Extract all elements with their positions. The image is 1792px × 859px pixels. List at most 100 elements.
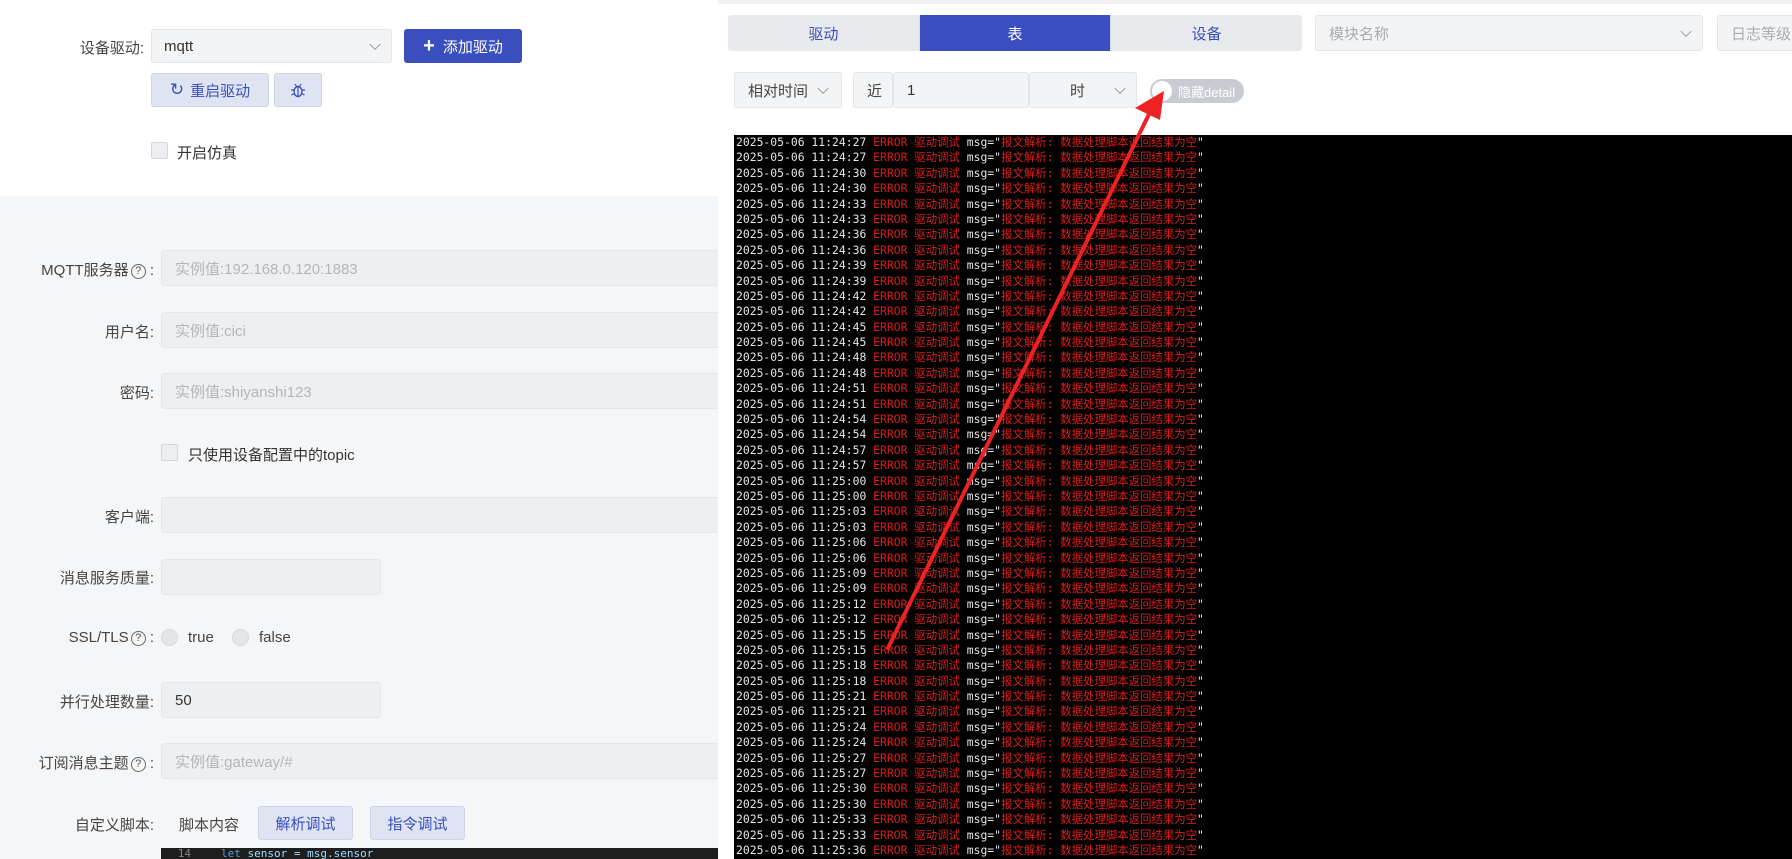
qos-select[interactable]	[161, 559, 381, 595]
log-msg-end: "	[1197, 135, 1204, 149]
driver-select[interactable]: mqtt	[151, 29, 392, 63]
log-level: ERROR 驱动调试	[873, 642, 967, 657]
log-level: ERROR 驱动调试	[873, 612, 967, 627]
log-msg-text: 报文解析: 数据处理脚本返回结果为空	[1001, 181, 1197, 196]
time-unit-select[interactable]: 时	[1029, 72, 1137, 108]
log-timestamp: 2025-05-06 11:25:30	[736, 796, 874, 811]
log-msg-end: "	[1197, 181, 1204, 196]
log-timestamp: 2025-05-06 11:24:45	[736, 335, 874, 350]
log-msg-key: msg="	[966, 288, 1002, 303]
log-msg-end: "	[1197, 350, 1204, 365]
log-msg-text: 报文解析: 数据处理脚本返回结果为空	[1001, 488, 1197, 503]
simulate-checkbox[interactable]	[151, 142, 168, 159]
log-line: 2025-05-06 11:24:30 ERROR 驱动调试 msg="报文解析…	[734, 181, 1792, 196]
log-line: 2025-05-06 11:24:45 ERROR 驱动调试 msg="报文解析…	[734, 320, 1792, 335]
log-line: 2025-05-06 11:24:54 ERROR 驱动调试 msg="报文解析…	[734, 412, 1792, 427]
log-msg-end: "	[1197, 719, 1204, 734]
log-msg-text: 报文解析: 数据处理脚本返回结果为空	[1001, 535, 1197, 550]
log-level: ERROR 驱动调试	[873, 704, 967, 719]
driver-config-panel: 设备驱动: mqtt + 添加驱动 ↻ 重启驱动 开启仿真 MQTT服务器? :…	[0, 0, 720, 859]
log-line: 2025-05-06 11:24:36 ERROR 驱动调试 msg="报文解析…	[734, 243, 1792, 258]
topic-input[interactable]: 实例值:gateway/#	[161, 743, 720, 779]
time-unit-label: 时	[1070, 82, 1086, 100]
module-name-select[interactable]: 模块名称	[1315, 15, 1703, 51]
log-level: ERROR 驱动调试	[873, 504, 967, 519]
ssl-false-radio[interactable]	[232, 629, 249, 646]
log-line: 2025-05-06 11:24:36 ERROR 驱动调试 msg="报文解析…	[734, 227, 1792, 242]
password-input[interactable]: 实例值:shiyanshi123	[161, 373, 720, 409]
log-msg-key: msg="	[966, 211, 1002, 226]
log-msg-text: 报文解析: 数据处理脚本返回结果为空	[1001, 766, 1197, 781]
ssl-label: SSL/TLS? :	[68, 629, 154, 646]
log-level-select[interactable]: 日志等级	[1717, 15, 1792, 51]
log-msg-end: "	[1197, 288, 1204, 303]
log-msg-end: "	[1197, 827, 1204, 842]
log-msg-text: 报文解析: 数据处理脚本返回结果为空	[1001, 627, 1197, 642]
command-debug-button[interactable]: 指令调试	[370, 806, 465, 840]
log-msg-text: 报文解析: 数据处理脚本返回结果为空	[1001, 319, 1197, 334]
log-level: ERROR 驱动调试	[873, 673, 967, 688]
log-line: 2025-05-06 11:25:33 ERROR 驱动调试 msg="报文解析…	[734, 828, 1792, 843]
log-msg-text: 报文解析: 数据处理脚本返回结果为空	[1001, 381, 1197, 396]
log-level: ERROR 驱动调试	[873, 319, 967, 334]
topic-label: 订阅消息主题? :	[38, 755, 154, 772]
log-msg-end: "	[1197, 427, 1204, 442]
log-msg-end: "	[1197, 304, 1204, 319]
tab-driver[interactable]: 驱动	[728, 15, 920, 51]
log-level: ERROR 驱动调试	[873, 442, 967, 457]
restart-driver-button[interactable]: ↻ 重启驱动	[151, 73, 269, 107]
username-input[interactable]: 实例值:cici	[161, 312, 720, 348]
ssl-true-radio[interactable]	[161, 629, 178, 646]
log-msg-end: "	[1197, 473, 1204, 488]
debug-button[interactable]	[274, 73, 322, 107]
log-level: ERROR 驱动调试	[873, 165, 967, 180]
log-msg-end: "	[1197, 750, 1204, 765]
log-level: ERROR 驱动调试	[873, 473, 967, 488]
module-name-placeholder: 模块名称	[1329, 25, 1390, 43]
driver-select-value: mqtt	[164, 37, 194, 55]
log-msg-end: "	[1197, 612, 1204, 627]
log-msg-key: msg="	[966, 596, 1002, 611]
log-timestamp: 2025-05-06 11:24:57	[736, 442, 874, 457]
tab-device[interactable]: 设备	[1111, 15, 1302, 51]
log-level-placeholder: 日志等级	[1731, 25, 1792, 43]
log-msg-key: msg="	[966, 365, 1002, 380]
hide-detail-toggle[interactable]: 隐藏detail	[1150, 79, 1244, 103]
log-level: ERROR 驱动调试	[873, 627, 967, 642]
log-msg-end: "	[1197, 519, 1204, 534]
log-msg-key: msg="	[966, 488, 1002, 503]
log-msg-text: 报文解析: 数据处理脚本返回结果为空	[1001, 827, 1197, 842]
only-device-topic-checkbox[interactable]	[161, 444, 178, 461]
mqtt-server-input[interactable]: 实例值:192.168.0.120:1883	[161, 250, 720, 286]
recent-value-input[interactable]: 1	[893, 72, 1029, 108]
script-editor[interactable]: 14 let sensor = msg.sensor	[161, 848, 720, 859]
log-msg-end: "	[1197, 535, 1204, 550]
log-line: 2025-05-06 11:25:15 ERROR 驱动调试 msg="报文解析…	[734, 643, 1792, 658]
log-level: ERROR 驱动调试	[873, 535, 967, 550]
log-timestamp: 2025-05-06 11:25:06	[736, 535, 874, 550]
log-level: ERROR 驱动调试	[873, 381, 967, 396]
relative-time-select[interactable]: 相对时间	[734, 72, 842, 108]
log-msg-text: 报文解析: 数据处理脚本返回结果为空	[1001, 519, 1197, 534]
help-icon[interactable]: ?	[130, 264, 146, 279]
tab-table[interactable]: 表	[919, 15, 1112, 51]
log-console[interactable]: 2025-05-06 11:24:27 ERROR 驱动调试 msg="报文解析…	[734, 135, 1792, 859]
log-level: ERROR 驱动调试	[873, 581, 967, 596]
log-timestamp: 2025-05-06 11:24:33	[736, 211, 874, 226]
log-timestamp: 2025-05-06 11:24:27	[736, 135, 874, 149]
log-msg-key: msg="	[966, 735, 1002, 750]
log-msg-key: msg="	[966, 673, 1002, 688]
log-msg-text: 报文解析: 数据处理脚本返回结果为空	[1001, 427, 1197, 442]
log-line: 2025-05-06 11:24:57 ERROR 驱动调试 msg="报文解析…	[734, 458, 1792, 473]
log-level: ERROR 驱动调试	[873, 827, 967, 842]
client-input[interactable]	[161, 497, 720, 533]
help-icon[interactable]: ?	[130, 631, 146, 646]
log-line: 2025-05-06 11:25:24 ERROR 驱动调试 msg="报文解析…	[734, 735, 1792, 750]
log-level: ERROR 驱动调试	[873, 842, 967, 857]
parallel-input[interactable]: 50	[161, 682, 381, 718]
add-driver-button[interactable]: + 添加驱动	[404, 29, 522, 63]
log-msg-key: msg="	[966, 766, 1002, 781]
help-icon[interactable]: ?	[130, 757, 146, 772]
topic-label-text: 订阅消息主题	[38, 755, 129, 772]
parse-debug-button[interactable]: 解析调试	[258, 806, 353, 840]
